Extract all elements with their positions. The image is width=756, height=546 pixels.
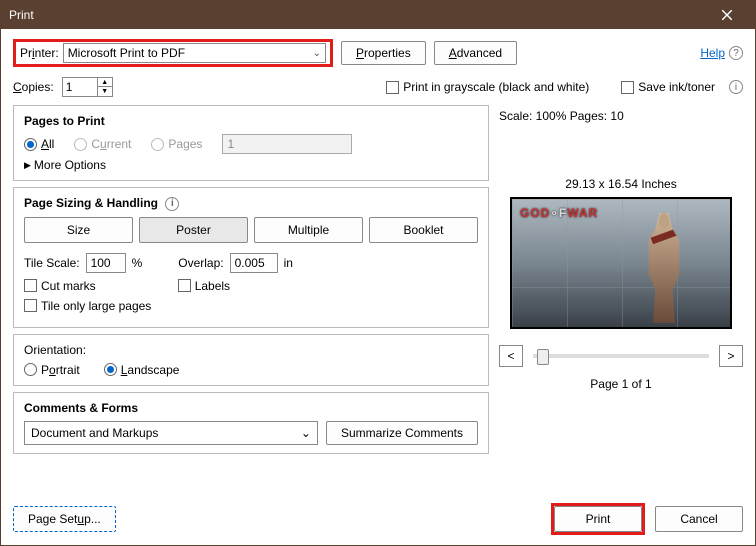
preview-logo: GOD∘FWAR — [520, 205, 598, 221]
save-ink-label: Save ink/toner — [638, 80, 715, 94]
help-link[interactable]: Help — [700, 46, 725, 60]
printer-select[interactable]: Microsoft Print to PDF ⌄ — [63, 43, 326, 63]
multiple-button[interactable]: Multiple — [254, 217, 363, 243]
sizing-heading: Page Sizing & Handling i — [24, 196, 478, 211]
close-icon — [722, 10, 732, 20]
pages-current-radio[interactable]: Current — [74, 137, 131, 151]
comments-dropdown[interactable]: Document and Markups ⌄ — [24, 421, 318, 445]
overlap-input[interactable] — [230, 253, 278, 273]
pages-panel: Pages to Print All Current Pages — [13, 105, 489, 181]
pages-all-radio[interactable]: All — [24, 137, 54, 151]
more-options-toggle[interactable]: ▶ More Options — [24, 158, 478, 172]
title-bar: Print — [1, 1, 755, 29]
copies-spinner[interactable]: ▲▼ — [62, 77, 113, 97]
orientation-panel: Orientation: Portrait Landscape — [13, 334, 489, 386]
size-button[interactable]: Size — [24, 217, 133, 243]
booklet-button[interactable]: Booklet — [369, 217, 478, 243]
checkbox-icon — [24, 299, 37, 312]
cancel-button[interactable]: Cancel — [655, 506, 743, 532]
tile-scale-label: Tile Scale: — [24, 256, 80, 270]
copies-up[interactable]: ▲ — [98, 78, 112, 87]
ink-info-icon[interactable]: i — [729, 80, 743, 94]
grayscale-label: Print in grayscale (black and white) — [403, 80, 589, 94]
checkbox-icon — [386, 81, 399, 94]
advanced-button[interactable]: Advanced — [434, 41, 517, 65]
sizing-panel: Page Sizing & Handling i Size Poster Mul… — [13, 187, 489, 328]
triangle-right-icon: ▶ — [24, 160, 31, 171]
checkbox-icon — [178, 279, 191, 292]
copies-down[interactable]: ▼ — [98, 87, 112, 96]
copies-input[interactable] — [62, 77, 98, 97]
radio-icon — [104, 363, 117, 376]
orientation-heading: Orientation: — [24, 343, 478, 357]
next-page-button[interactable]: > — [719, 345, 743, 367]
checkbox-icon — [621, 81, 634, 94]
checkbox-icon — [24, 279, 37, 292]
labels-checkbox[interactable]: Labels — [178, 279, 230, 293]
properties-button[interactable]: Properties — [341, 41, 426, 65]
page-indicator: Page 1 of 1 — [499, 377, 743, 391]
printer-highlight: Printer: Microsoft Print to PDF ⌄ — [13, 39, 333, 67]
summarize-button[interactable]: Summarize Comments — [326, 421, 478, 445]
preview-image: GOD∘FWAR — [510, 197, 732, 329]
radio-icon — [24, 363, 37, 376]
portrait-radio[interactable]: Portrait — [24, 363, 80, 377]
radio-icon — [74, 138, 87, 151]
pages-range-input[interactable] — [222, 134, 352, 154]
preview-figure — [642, 213, 686, 323]
sizing-info-icon[interactable]: i — [165, 197, 179, 211]
scale-text: Scale: 100% Pages: 10 — [499, 109, 743, 123]
dimensions-text: 29.13 x 16.54 Inches — [499, 177, 743, 191]
comments-heading: Comments & Forms — [24, 401, 478, 415]
help-info-icon[interactable]: ? — [729, 46, 743, 60]
chevron-down-icon: ⌄ — [301, 426, 311, 440]
printer-label: Printer: — [20, 46, 59, 60]
prev-page-button[interactable]: < — [499, 345, 523, 367]
cut-marks-checkbox[interactable]: Cut marks — [24, 279, 96, 293]
chevron-down-icon: ⌄ — [313, 48, 321, 59]
tile-scale-unit: % — [132, 256, 143, 270]
window-title: Print — [9, 8, 707, 22]
page-slider[interactable] — [533, 354, 709, 358]
printer-value: Microsoft Print to PDF — [68, 46, 185, 60]
save-ink-checkbox[interactable]: Save ink/toner — [621, 80, 715, 94]
grayscale-checkbox[interactable]: Print in grayscale (black and white) — [386, 80, 589, 94]
print-highlight: Print — [551, 503, 645, 535]
close-button[interactable] — [707, 1, 747, 29]
overlap-label: Overlap: — [178, 256, 223, 270]
page-setup-button[interactable]: Page Setup... — [13, 506, 116, 532]
comments-panel: Comments & Forms Document and Markups ⌄ … — [13, 392, 489, 454]
tile-only-checkbox[interactable]: Tile only large pages — [24, 299, 151, 313]
copies-label: Copies: — [13, 80, 54, 94]
print-button[interactable]: Print — [554, 506, 642, 532]
pages-pages-radio[interactable]: Pages — [151, 137, 202, 151]
landscape-radio[interactable]: Landscape — [104, 363, 180, 377]
overlap-unit: in — [284, 256, 293, 270]
tile-scale-input[interactable] — [86, 253, 126, 273]
radio-icon — [24, 138, 37, 151]
radio-icon — [151, 138, 164, 151]
poster-button[interactable]: Poster — [139, 217, 248, 243]
pages-heading: Pages to Print — [24, 114, 478, 128]
